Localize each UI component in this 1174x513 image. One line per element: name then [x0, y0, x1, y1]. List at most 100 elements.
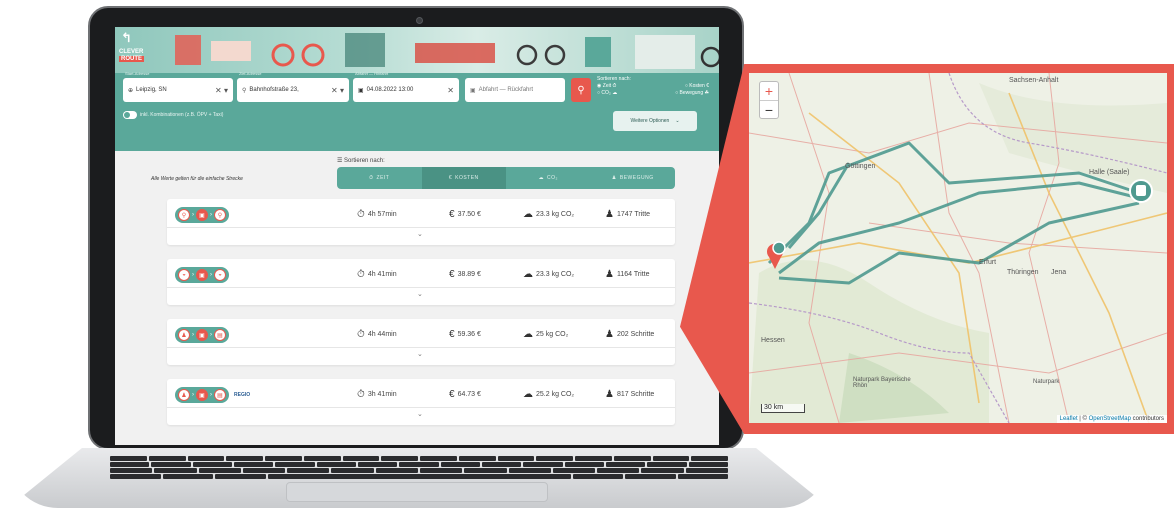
cloud-icon: ☁ [523, 389, 533, 400]
destination-pin-icon[interactable] [1129, 179, 1153, 203]
sort-radio-bewegung[interactable]: ○ Bewegung ☘ [675, 90, 709, 97]
travel-time: ⏱ 4h 57min [357, 209, 397, 220]
mode-sequence: ◒ › ▣ › ◒ [175, 267, 229, 283]
cost-value: 64.73 € [457, 391, 481, 398]
sort-bar: ⏱ ZEIT € KOSTEN ☁ CO₂ ♟ BEWEGUNG [337, 167, 675, 189]
travel-time: ⏱ 4h 44min [357, 329, 397, 340]
tab-co2[interactable]: ☁ CO₂ [506, 167, 591, 189]
calendar-icon: ▣ [358, 87, 364, 94]
map-canvas [749, 73, 1167, 423]
more-options-button[interactable]: Weitere Optionen ⌄ [613, 111, 697, 131]
osm-link[interactable]: OpenStreetMap [1089, 416, 1131, 422]
mode-pill: ◒ › ▣ › ◒ [175, 267, 229, 283]
bus-icon: ▤ [214, 389, 226, 401]
movement-value: 1747 Tritte [616, 211, 651, 218]
mode-sequence: ♟ › ▣ › ▤ REGIO [175, 387, 250, 403]
to-value: Bahnhofstraße 23, [249, 87, 299, 93]
clock-icon: ⏱ [369, 175, 374, 181]
clear-icon[interactable]: ✕ [447, 86, 454, 95]
laptop-lid: ↰ CLEVER ROUTE Start-Adresse ⊕ Leipzig, … [88, 6, 744, 450]
sort-radio-zeit[interactable]: ◉ Zeit ⏱ [597, 83, 616, 90]
co2: ☁ 25.2 kg CO₂ [523, 389, 574, 400]
route-map[interactable]: + − Sachsen-Anhalt Göttingen Halle (Saal… [746, 70, 1170, 426]
clear-icon[interactable]: ✕ ▾ [331, 86, 344, 95]
one-way-note: Alle Werte gelten für die einfache Strec… [151, 176, 243, 182]
train-icon: ▣ [196, 329, 208, 341]
cloud-icon: ☁ [523, 209, 533, 220]
map-attribution: Leaflet | © OpenStreetMap contributors [1056, 415, 1167, 423]
sort-heading: ☰ Sortieren nach: [337, 158, 385, 164]
stopwatch-icon: ⏱ [357, 269, 365, 280]
cloud-icon: ☁ [523, 329, 533, 340]
zoom-in-button[interactable]: + [760, 82, 778, 100]
app-header: ↰ CLEVER ROUTE Start-Adresse ⊕ Leipzig, … [115, 27, 719, 151]
to-field[interactable]: ⚲ Bahnhofstraße 23, ✕ ▾ [237, 78, 349, 102]
sort-radio-co2-label: CO₂ [601, 90, 611, 96]
stopwatch-icon: ⏱ [357, 389, 365, 400]
from-field[interactable]: ⊕ Leipzig, SN ✕ ▾ [123, 78, 233, 102]
tab-zeit[interactable]: ⏱ ZEIT [337, 167, 422, 189]
return-date-field[interactable]: ▣ Abfahrt — Rückfahrt [465, 78, 565, 102]
tab-kosten-label: KOSTEN [455, 175, 479, 181]
stopwatch-icon: ⏱ [357, 329, 365, 340]
tab-kosten[interactable]: € KOSTEN [421, 167, 506, 189]
combo-toggle-label: inkl. Kombinationen (z.B. ÖPV + Taxi) [140, 112, 224, 118]
expand-chevron-icon[interactable]: ⌄ [417, 290, 423, 298]
travel-time-value: 3h 41min [367, 391, 397, 398]
euro-icon: € [448, 175, 453, 181]
map-label-state: Thüringen [1007, 269, 1039, 276]
cost-value: 38.89 € [457, 271, 481, 278]
clear-icon[interactable]: ✕ ▾ [215, 86, 228, 95]
expand-chevron-icon[interactable]: ⌄ [417, 410, 423, 418]
sort-radio-kosten[interactable]: ○ Kosten € [685, 83, 709, 90]
depart-value: 04.08.2022 13:00 [366, 87, 414, 93]
travel-time: ⏱ 4h 41min [357, 269, 397, 280]
walk-icon: ♟ [178, 329, 190, 341]
euro-icon: € [449, 389, 455, 400]
co2-value: 23.3 kg CO₂ [536, 271, 575, 278]
zoom-out-button[interactable]: − [760, 100, 778, 118]
movement-value: 817 Schritte [616, 391, 655, 398]
route-card[interactable]: ♟ › ▣ › ▤ REGIO ⏱ 3h 41min €64.73 € ☁ 25.2 k… [167, 379, 675, 425]
mode-pill: ♟ › ▣ › ▤ [175, 327, 229, 343]
expand-chevron-icon[interactable]: ⌄ [417, 230, 423, 238]
cost-value: 37.50 € [457, 211, 481, 218]
combo-toggle-switch[interactable] [123, 111, 137, 119]
co2: ☁ 23.3 kg CO₂ [523, 269, 574, 280]
travel-time-value: 4h 44min [367, 331, 397, 338]
leaflet-link[interactable]: Leaflet [1060, 416, 1078, 422]
map-scale: 30 km [761, 404, 805, 413]
from-value: Leipzig, SN [136, 87, 167, 93]
search-button[interactable]: ⚲ [571, 78, 591, 102]
car-icon: ◒ [214, 269, 226, 281]
clever-route-logo[interactable]: ↰ CLEVER ROUTE [119, 30, 149, 70]
sort-heading-text: Sortieren nach: [344, 158, 385, 164]
movement-value: 202 Schritte [616, 331, 655, 338]
walking-icon: ♟ [611, 175, 617, 181]
pin-icon: ⚲ [242, 87, 247, 94]
walking-icon: ♟ [605, 389, 614, 400]
laptop-trackpad [286, 482, 548, 502]
mode-pill: ♟ › ▣ › ▤ [175, 387, 229, 403]
map-label-city: Erfurt [979, 259, 997, 266]
movement: ♟ 1164 Tritte [605, 269, 650, 280]
co2-value: 23.3 kg CO₂ [536, 211, 575, 218]
expand-chevron-icon[interactable]: ⌄ [417, 350, 423, 358]
chevron-down-icon: ⌄ [675, 118, 680, 124]
route-card[interactable]: ◒ › ▣ › ◒ ⏱ 4h 41min €38.89 € ☁ 23.3 kg CO₂ … [167, 259, 675, 305]
sort-radio-zeit-label: Zeit [602, 83, 612, 89]
stopwatch-icon: ⏱ [357, 209, 365, 220]
route-card[interactable]: ♟ › ▣ › ▤ ⏱ 4h 44min €59.36 € ☁ 25 kg CO₂ ♟ 2… [167, 319, 675, 365]
attribution-suffix: contributors [1132, 416, 1164, 422]
map-label-city: Halle (Saale) [1089, 169, 1130, 176]
combo-toggle[interactable]: inkl. Kombinationen (z.B. ÖPV + Taxi) [123, 111, 223, 119]
sort-radio-co2[interactable]: ○ CO₂ ☁ [597, 90, 617, 97]
hero-illustration [115, 27, 719, 73]
tab-bewegung[interactable]: ♟ BEWEGUNG [591, 167, 676, 189]
station-pin-icon[interactable] [772, 241, 786, 255]
depart-date-field[interactable]: ▣ 04.08.2022 13:00 ✕ [353, 78, 459, 102]
co2: ☁ 23.3 kg CO₂ [523, 209, 574, 220]
more-options-label: Weitere Optionen [630, 118, 670, 124]
bike-icon: ⚲ [178, 209, 190, 221]
route-card[interactable]: ⚲ › ▣ › ⚲ ⏱ 4h 57min €37.50 € ☁ 23.3 kg CO₂ … [167, 199, 675, 245]
